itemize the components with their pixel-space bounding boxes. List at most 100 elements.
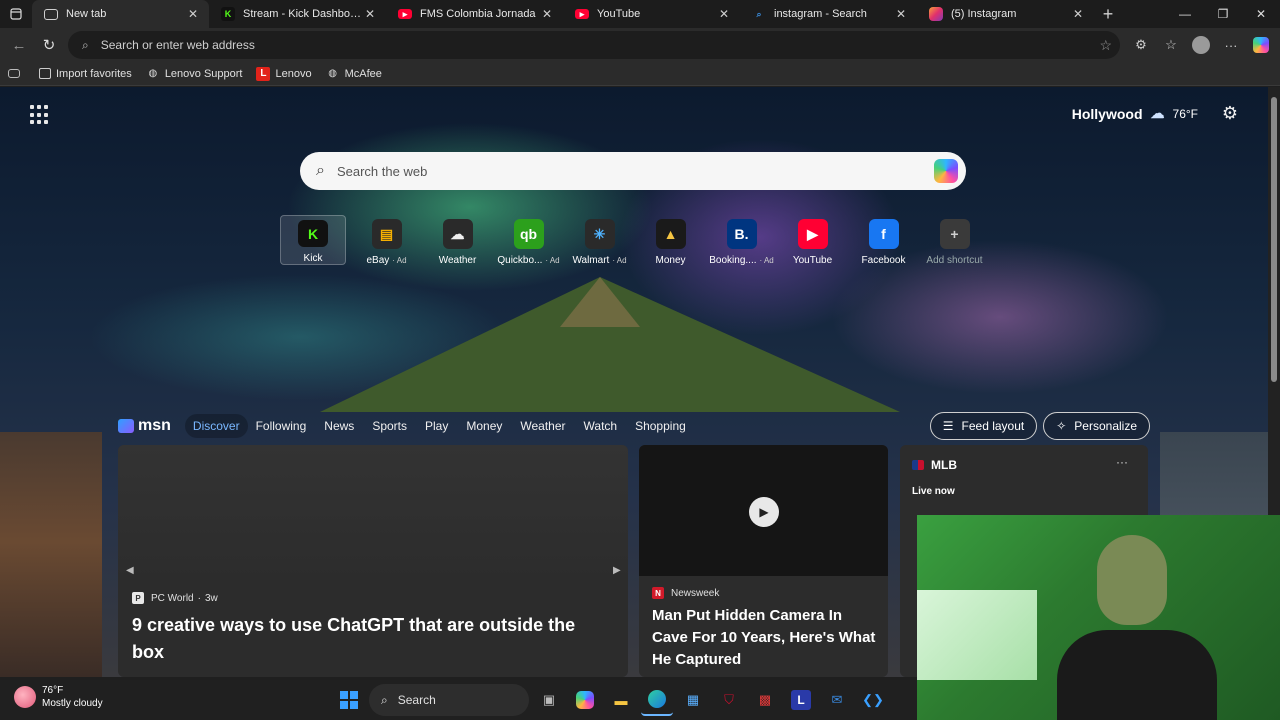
close-tab-icon[interactable]: ✕: [893, 7, 909, 21]
close-tab-icon[interactable]: ✕: [185, 7, 201, 21]
favorite-item[interactable]: L Lenovo: [256, 66, 312, 81]
msn-feed-header: msn Discover Following News Sports Play Money…: [118, 410, 1150, 442]
msn-logo[interactable]: msn: [118, 417, 171, 435]
shortcut-tile[interactable]: ▶ YouTube: [777, 215, 848, 267]
taskbar-search[interactable]: ⌕ Search: [369, 684, 529, 716]
card-source: P PC World · 3w: [132, 592, 218, 604]
close-tab-icon[interactable]: ✕: [1070, 7, 1086, 21]
feed-layout-button[interactable]: ☰ Feed layout: [929, 412, 1038, 440]
profile-avatar[interactable]: [1188, 30, 1214, 60]
card-title[interactable]: 9 creative ways to use ChatGPT that are …: [132, 612, 612, 666]
toolbar-right: ⚙ ☆ ···: [1128, 30, 1274, 60]
shortcut-label: Kick: [303, 253, 323, 264]
close-window-button[interactable]: ✕: [1242, 0, 1280, 28]
msn-tab-following[interactable]: Following: [256, 419, 307, 433]
shortcut-tile[interactable]: f Facebook: [848, 215, 919, 267]
carousel-next-icon[interactable]: ▶: [613, 565, 621, 576]
maximize-button[interactable]: ❐: [1204, 0, 1242, 28]
favorites-menu-icon: [8, 69, 20, 78]
msn-tab-watch[interactable]: Watch: [584, 419, 618, 433]
copilot-taskbar-icon[interactable]: [569, 684, 601, 716]
new-tab-button[interactable]: +: [1094, 4, 1122, 25]
vscode-icon[interactable]: ❮❯: [857, 684, 889, 716]
shortcut-tile[interactable]: ✳ Walmart · Ad: [564, 215, 635, 267]
msn-butterfly-icon: [118, 419, 134, 433]
back-button[interactable]: ←: [4, 30, 34, 60]
pcworld-logo-icon: P: [132, 592, 144, 604]
msn-tab-shopping[interactable]: Shopping: [635, 419, 686, 433]
tab-actions-icon: [10, 8, 22, 20]
favorite-item[interactable]: Import favorites: [39, 67, 132, 81]
address-placeholder: Search or enter web address: [100, 38, 255, 52]
shortcut-tile[interactable]: qb Quickbo... · Ad: [493, 215, 564, 267]
shortcut-label: Booking....: [709, 255, 757, 266]
apps-launcher-icon[interactable]: [30, 105, 50, 125]
lenovo-icon: L: [256, 66, 271, 81]
start-button[interactable]: [333, 684, 365, 716]
card-title[interactable]: Man Put Hidden Camera In Cave For 10 Yea…: [652, 605, 882, 671]
favorite-item[interactable]: ◍ McAfee: [326, 67, 382, 81]
refresh-button[interactable]: ↻: [34, 30, 64, 60]
address-bar[interactable]: ⌕ Search or enter web address ☆: [68, 31, 1120, 59]
msn-tab-discover[interactable]: Discover: [184, 414, 248, 438]
msn-tab-news[interactable]: News: [324, 419, 354, 433]
tab-0[interactable]: New tab ✕: [32, 0, 209, 28]
carousel-prev-icon[interactable]: ◀: [126, 565, 134, 576]
file-explorer-icon[interactable]: ▬: [605, 684, 637, 716]
minimize-button[interactable]: —: [1166, 0, 1204, 28]
newsweek-logo-icon: N: [652, 587, 664, 599]
close-tab-icon[interactable]: ✕: [362, 7, 378, 21]
close-tab-icon[interactable]: ✕: [539, 7, 555, 21]
ad-badge: · Ad: [392, 256, 407, 265]
tab-2[interactable]: ▸ FMS Colombia Jornada ✕: [386, 0, 563, 28]
shortcut-tile[interactable]: + Add shortcut: [919, 215, 990, 267]
more-menu-icon[interactable]: ···: [1218, 30, 1244, 60]
copilot-icon[interactable]: [934, 159, 958, 183]
task-view-icon[interactable]: ▣: [533, 684, 565, 716]
tab-actions-button[interactable]: [0, 0, 32, 28]
instagram-icon: [929, 7, 943, 21]
tab-strip: New tab ✕ K Stream - Kick Dashboard ✕ ▸ FMS Co…: [0, 0, 1280, 28]
news-card-carousel[interactable]: ◀ ▶ P PC World · 3w 9 creative ways to u…: [118, 445, 628, 677]
outlook-icon[interactable]: ✉: [821, 684, 853, 716]
news-card-video[interactable]: ▶ N Newsweek Man Put Hidden Camera In Ca…: [639, 445, 888, 677]
shortcuts-row: K Kick ▤ eBay · Ad ☁ Weather qb Quickbo... · Ad ✳ W…: [280, 215, 990, 267]
msn-tab-weather[interactable]: Weather: [520, 419, 565, 433]
close-tab-icon[interactable]: ✕: [716, 7, 732, 21]
shortcut-tile[interactable]: ▲ Money: [635, 215, 706, 267]
page-settings-icon[interactable]: ⚙: [1222, 103, 1238, 124]
favorites-icon[interactable]: ☆: [1158, 30, 1184, 60]
msn-tab-play[interactable]: Play: [425, 419, 448, 433]
shortcut-tile[interactable]: K Kick: [280, 215, 346, 265]
taskbar-weather[interactable]: 76°F Mostly cloudy: [14, 684, 103, 710]
favorites-menu-button[interactable]: [8, 69, 25, 78]
shortcut-tile[interactable]: ☁ Weather: [422, 215, 493, 267]
personalize-button[interactable]: ✧ Personalize: [1043, 412, 1150, 440]
lenovo-vantage-icon[interactable]: L: [785, 684, 817, 716]
edge-browser-icon[interactable]: [641, 684, 673, 716]
extensions-icon[interactable]: ⚙: [1128, 30, 1154, 60]
more-options-icon[interactable]: ···: [1116, 455, 1128, 469]
mcafee-icon[interactable]: ⛉: [713, 684, 745, 716]
scrollbar-thumb[interactable]: [1271, 97, 1277, 382]
tab-4[interactable]: ⌕ instagram - Search ✕: [740, 0, 917, 28]
youtube-icon: ▸: [575, 9, 589, 19]
shortcut-tile[interactable]: B. Booking.... · Ad: [706, 215, 777, 267]
msn-tab-sports[interactable]: Sports: [372, 419, 407, 433]
favorite-star-icon[interactable]: ☆: [1099, 37, 1112, 54]
import-icon: [39, 68, 51, 79]
msn-tab-money[interactable]: Money: [466, 419, 502, 433]
shortcut-tile[interactable]: ▤ eBay · Ad: [351, 215, 422, 267]
weather-widget[interactable]: Hollywood ☁ 76°F: [1072, 105, 1198, 122]
tab-5[interactable]: (5) Instagram ✕: [917, 0, 1094, 28]
webcam-person: [1057, 535, 1217, 720]
weather-temp: 76°F: [1172, 106, 1198, 121]
web-search-box[interactable]: ⌕ Search the web: [300, 152, 966, 190]
favorite-item[interactable]: ◍ Lenovo Support: [146, 67, 242, 81]
play-icon[interactable]: ▶: [749, 497, 779, 527]
microsoft-store-icon[interactable]: ▦: [677, 684, 709, 716]
copilot-icon[interactable]: [1248, 30, 1274, 60]
red-app-icon[interactable]: ▩: [749, 684, 781, 716]
tab-3[interactable]: ▸ YouTube ✕: [563, 0, 740, 28]
tab-1[interactable]: K Stream - Kick Dashboard ✕: [209, 0, 386, 28]
